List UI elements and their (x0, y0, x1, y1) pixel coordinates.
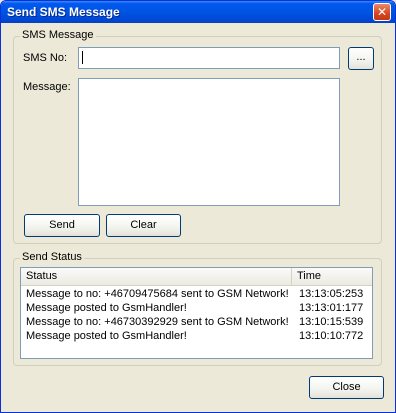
send-status-legend: Send Status (20, 251, 84, 263)
status-cell: Message posted to GsmHandler! (26, 302, 187, 314)
column-header-status[interactable]: Status (21, 268, 292, 285)
browse-contacts-button[interactable]: ... (348, 47, 374, 70)
text-caret (82, 51, 83, 64)
status-cell: Message to no: +46730392929 sent to GSM … (26, 316, 289, 328)
window-title: Send SMS Message (7, 5, 120, 19)
sms-no-label: SMS No: (23, 52, 68, 64)
send-button[interactable]: Send (24, 214, 100, 237)
status-cell: Message posted to GsmHandler! (26, 330, 187, 342)
message-textarea[interactable] (78, 78, 340, 206)
status-list[interactable]: Status Time Message to no: +46709475684 … (20, 267, 373, 359)
time-cell: 13:10:10:772 (299, 330, 364, 342)
send-sms-window: Send SMS Message ✕ SMS Message SMS No: .… (0, 0, 396, 413)
time-cell: 13:13:01:177 (299, 302, 364, 314)
title-bar[interactable]: Send SMS Message ✕ (1, 1, 395, 23)
time-cell: 13:13:05:253 (299, 288, 364, 300)
time-cell: 13:10:15:539 (299, 316, 364, 328)
window-close-button[interactable]: ✕ (373, 3, 391, 21)
message-label: Message: (23, 81, 71, 93)
close-button[interactable]: Close (309, 376, 384, 399)
status-cell: Message to no: +46709475684 sent to GSM … (26, 288, 289, 300)
clear-button[interactable]: Clear (106, 214, 181, 237)
status-list-header: Status Time (21, 268, 372, 286)
column-header-time[interactable]: Time (292, 268, 372, 285)
sms-message-legend: SMS Message (20, 29, 96, 41)
sms-no-input[interactable] (78, 47, 340, 69)
